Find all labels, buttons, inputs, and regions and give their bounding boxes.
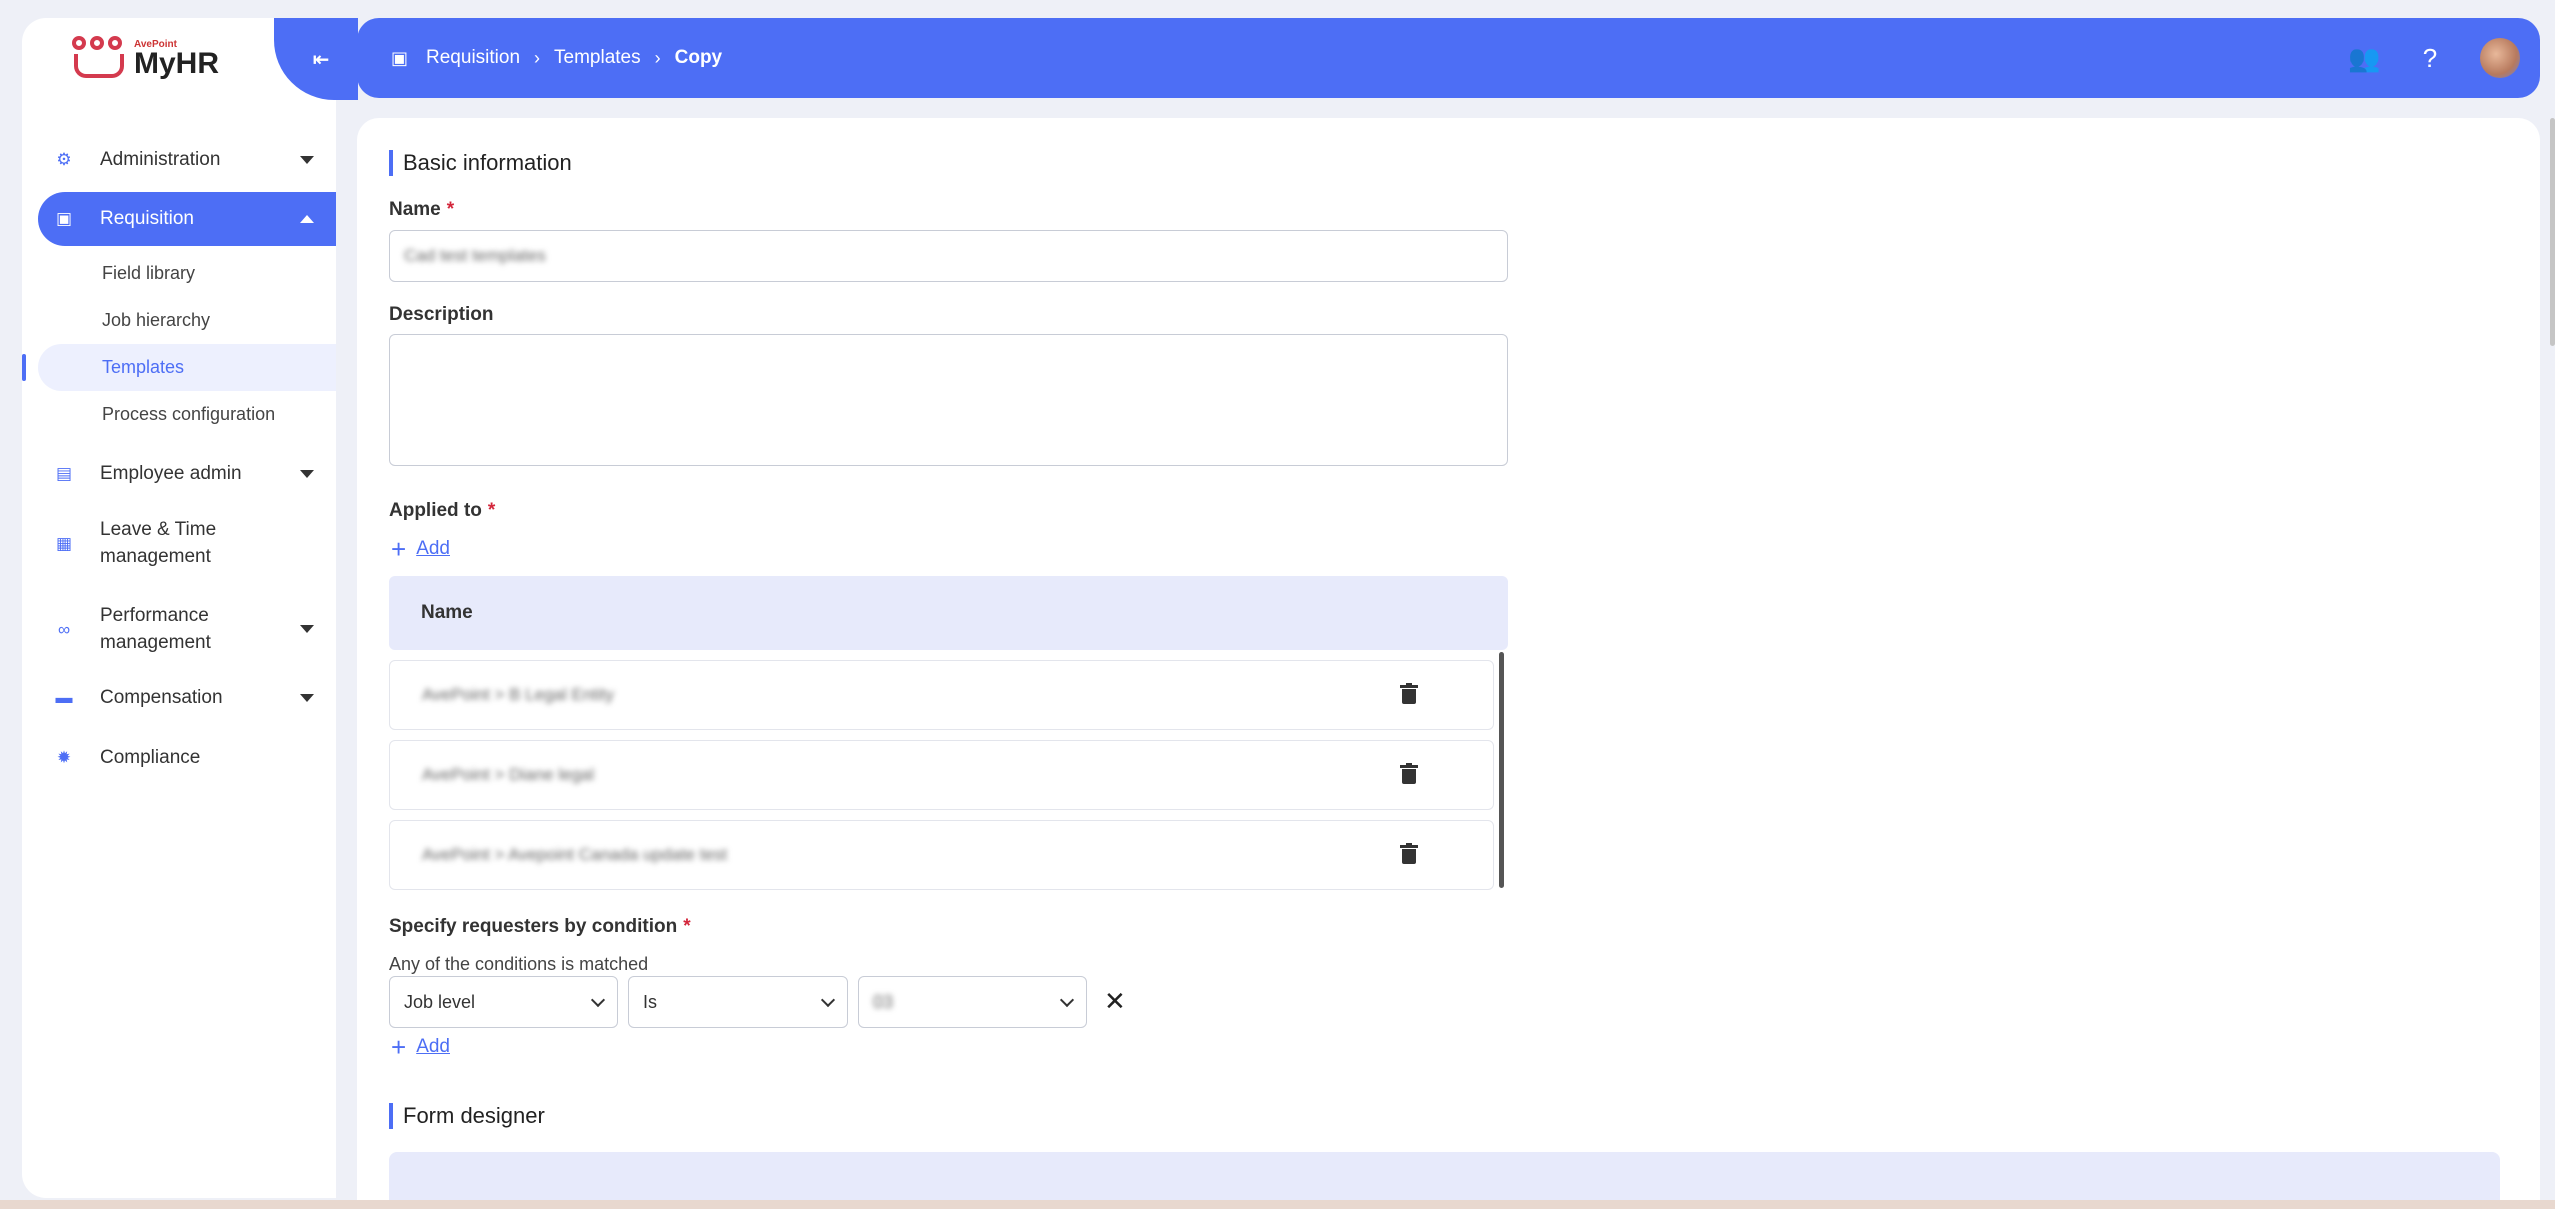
shield-gear-icon: ✹ <box>56 748 72 767</box>
bottom-strip <box>0 1200 2555 1209</box>
sidebar-item-label: Compliance <box>100 747 201 768</box>
sidebar-item-leave-time[interactable]: ▦ Leave & Time management <box>22 500 336 586</box>
calendar-icon: ▦ <box>55 533 73 553</box>
caret-down-icon <box>300 156 314 164</box>
condition-operator-select[interactable]: Is <box>628 976 848 1028</box>
main-content: Basic information Name * Cad test templat… <box>357 118 2540 1209</box>
applied-to-label: Applied to * <box>389 500 496 521</box>
sidebar-item-process-configuration[interactable]: Process configuration <box>22 391 336 438</box>
sidebar-item-label: Leave & Time management <box>100 519 217 567</box>
row-name: AvePoint > Avepoint Canada update test <box>422 845 728 864</box>
top-header: ▣ Requisition › Templates › Copy 👥 ? <box>357 18 2540 98</box>
sidebar-item-label: Compensation <box>100 687 223 708</box>
table-row: AvePoint > B Legal Entity <box>389 660 1494 730</box>
logo-text: MyHR <box>134 46 220 80</box>
sidebar: AvePoint MyHR ⇤ ⚙ Administration ▣ Requi… <box>22 18 358 1198</box>
chevron-down-icon <box>1059 992 1075 1008</box>
conditions-note: Any of the conditions is matched <box>389 954 649 974</box>
row-name: AvePoint > Diane legal <box>422 765 595 784</box>
condition-add-link[interactable]: + Add <box>391 1032 450 1062</box>
condition-operator-value: Is <box>643 991 658 1012</box>
help-icon[interactable]: ? <box>2414 43 2446 74</box>
page-scrollbar[interactable] <box>2550 118 2555 346</box>
logo-area: AvePoint MyHR ⇤ <box>22 18 358 100</box>
breadcrumb-copy: Copy <box>674 47 723 68</box>
remove-condition-icon[interactable]: ✕ <box>1104 986 1126 1017</box>
name-input-value: Cad test templates <box>404 246 546 265</box>
sidebar-item-performance[interactable]: ∞ Performance management <box>22 586 336 672</box>
id-badge-icon: ▤ <box>55 464 73 483</box>
description-textarea[interactable] <box>389 334 1508 466</box>
row-name: AvePoint > B Legal Entity <box>422 685 615 704</box>
chevron-down-icon <box>590 992 606 1008</box>
condition-value-select[interactable]: 03 <box>858 976 1087 1028</box>
table-row: AvePoint > Diane legal <box>389 740 1494 810</box>
basic-information-title: Basic information <box>389 150 572 176</box>
chevron-right-icon: › <box>654 47 661 68</box>
sidebar-item-compliance[interactable]: ✹ Compliance <box>22 732 336 784</box>
breadcrumb-templates[interactable]: Templates <box>554 47 641 69</box>
sidebar-nav: ⚙ Administration ▣ Requisition Field lib… <box>22 134 336 784</box>
gear-icon: ⚙ <box>56 150 72 169</box>
name-label: Name * <box>389 199 455 220</box>
logo-mark-icon <box>72 36 126 80</box>
sidebar-item-compensation[interactable]: ▬ Compensation <box>22 672 336 724</box>
trash-icon[interactable] <box>1400 683 1418 705</box>
plus-icon: + <box>391 534 407 564</box>
condition-field-value: Job level <box>404 991 476 1012</box>
chevron-down-icon <box>820 992 836 1008</box>
plus-icon: + <box>391 1032 407 1062</box>
breadcrumb-requisition[interactable]: Requisition <box>426 47 520 69</box>
sidebar-item-job-hierarchy[interactable]: Job hierarchy <box>22 297 336 344</box>
caret-down-icon <box>300 694 314 702</box>
table-scrollbar[interactable] <box>1499 652 1504 888</box>
myhr-logo[interactable]: AvePoint MyHR <box>72 36 219 80</box>
collapse-left-icon: ⇤ <box>312 48 330 71</box>
sidebar-item-field-library[interactable]: Field library <box>22 250 336 297</box>
caret-down-icon <box>300 625 314 633</box>
sidebar-item-templates[interactable]: Templates <box>22 344 336 391</box>
table-row: AvePoint > Avepoint Canada update test <box>389 820 1494 890</box>
sidebar-item-label: Employee admin <box>100 463 242 484</box>
chevron-right-icon: › <box>534 47 541 68</box>
applied-to-add-link[interactable]: + Add <box>391 534 450 564</box>
sidebar-item-label: Requisition <box>100 208 194 229</box>
sidebar-item-requisition[interactable]: ▣ Requisition <box>38 192 336 246</box>
name-input[interactable]: Cad test templates <box>389 230 1508 282</box>
condition-field-select[interactable]: Job level <box>389 976 618 1028</box>
trash-icon[interactable] <box>1400 763 1418 785</box>
binoculars-icon: ∞ <box>57 619 71 639</box>
form-designer-title: Form designer <box>389 1103 545 1129</box>
applied-to-table-header: Name <box>389 576 1508 650</box>
briefcase-icon: ▣ <box>391 47 409 68</box>
sidebar-item-label: Performance management <box>100 605 211 653</box>
breadcrumb: ▣ Requisition › Templates › Copy <box>357 47 722 69</box>
sidebar-item-administration[interactable]: ⚙ Administration <box>22 134 336 186</box>
caret-down-icon <box>300 470 314 478</box>
caret-up-icon <box>300 215 314 223</box>
sidebar-item-label: Administration <box>100 149 221 170</box>
users-icon[interactable]: 👥 <box>2348 43 2380 74</box>
briefcase-icon: ▣ <box>55 209 73 228</box>
header-actions: 👥 ? <box>2348 18 2520 98</box>
collapse-sidebar-button[interactable]: ⇤ <box>274 18 358 100</box>
wallet-icon: ▬ <box>55 688 73 707</box>
sidebar-item-employee-admin[interactable]: ▤ Employee admin <box>22 448 336 500</box>
avatar[interactable] <box>2480 38 2520 78</box>
description-label: Description <box>389 304 494 325</box>
trash-icon[interactable] <box>1400 843 1418 865</box>
condition-value-value: 03 <box>873 991 894 1012</box>
requesters-condition-label: Specify requesters by condition * <box>389 916 691 937</box>
